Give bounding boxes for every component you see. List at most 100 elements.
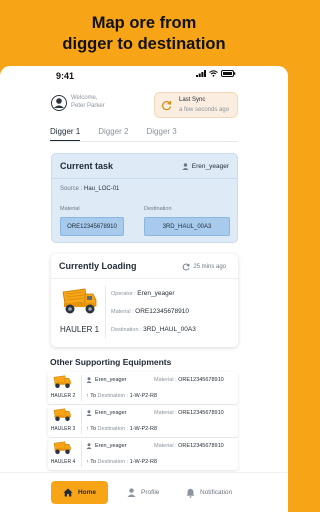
- nav-profile-button[interactable]: Profile: [127, 481, 159, 504]
- source-label: Source :: [60, 186, 83, 192]
- operator-name: Eren_yeager: [95, 443, 127, 449]
- hauler-name: HAULER 4: [50, 459, 76, 465]
- source-value: Hau_LOC-01: [84, 186, 120, 192]
- nav-profile-label: Profile: [141, 489, 160, 496]
- dump-truck-icon: [53, 375, 71, 388]
- material-value: ORE12345678910: [178, 377, 224, 383]
- operator-name: Eren_yeager: [95, 377, 127, 383]
- equipment-destination: ↑ To Destination : 1-W-P2-R8: [86, 459, 157, 465]
- destination-chip: 3RD_HAUL_00A3: [144, 217, 230, 236]
- loading-operator-row: Operator : Eren_yeager: [111, 290, 175, 297]
- dump-truck-icon: [62, 288, 97, 314]
- material-value: ORE12345678910: [135, 308, 190, 315]
- operator-value: Eren_yeager: [137, 290, 175, 297]
- hauler-name: HAULER 3: [50, 426, 76, 432]
- other-equipment-title: Other Supporting Equipments: [50, 357, 172, 367]
- loading-ago: 25 mins ago: [193, 264, 226, 270]
- current-task-title: Current task: [60, 161, 114, 171]
- user-avatar-icon[interactable]: [51, 95, 67, 111]
- headline-line-1: Map ore from: [91, 14, 197, 32]
- destination-label: Destination: [144, 206, 172, 212]
- nav-notification-label: Notification: [200, 489, 233, 496]
- to-label: To: [90, 426, 96, 432]
- equipment-operator: Eren_yeager: [86, 377, 127, 383]
- current-task-operator: Eren_yeager: [182, 163, 229, 170]
- equipment-card[interactable]: HAULER 2 Eren_yeager Material : ORE12345…: [48, 372, 238, 404]
- material-chip: ORE12345678910: [60, 217, 124, 236]
- to-label: To: [90, 393, 96, 399]
- status-bar: 9:41: [0, 66, 288, 86]
- operator-name: Eren_yeager: [95, 410, 127, 416]
- equipment-material: Material : ORE12345678910: [154, 443, 224, 449]
- nav-home-button[interactable]: Home: [51, 481, 108, 504]
- last-sync-label: Last Sync: [179, 97, 206, 103]
- destination-label: Destination :: [97, 426, 129, 432]
- headline: Map ore from digger to destination: [0, 13, 288, 55]
- material-label: Material :: [154, 410, 177, 416]
- tab-divider: [50, 141, 238, 142]
- vertical-divider: [81, 441, 82, 467]
- equipment-operator: Eren_yeager: [86, 410, 127, 416]
- vertical-divider: [81, 408, 82, 434]
- bottom-nav: Home Profile Notification: [0, 472, 288, 512]
- hauler-name: HAULER 2: [50, 393, 76, 399]
- arrow-up-icon: ↑: [86, 426, 89, 432]
- nav-notification-button[interactable]: Notification: [186, 481, 232, 504]
- person-icon: [86, 410, 92, 416]
- arrow-up-icon: ↑: [86, 393, 89, 399]
- operator-label: Operator :: [111, 291, 136, 297]
- destination-label: Destination :: [111, 327, 142, 333]
- tab-digger-3[interactable]: Digger 3: [147, 127, 177, 141]
- person-icon: [86, 377, 92, 383]
- current-task-source: Source : Hau_LOC-01: [60, 186, 119, 192]
- equipment-card[interactable]: HAULER 4 Eren_yeager Material : ORE12345…: [48, 438, 238, 470]
- dump-truck-icon: [53, 408, 71, 421]
- destination-label: Destination :: [97, 393, 129, 399]
- person-icon: [86, 443, 92, 449]
- battery-icon: [221, 70, 236, 77]
- status-time: 9:41: [56, 71, 75, 81]
- material-label: Material :: [111, 309, 134, 315]
- welcome-block: Welcome, Peter Parker: [71, 94, 105, 110]
- status-icons: [196, 70, 236, 77]
- home-icon: [63, 488, 73, 497]
- current-task-card: Current task Eren_yeager Source : Hau_LO…: [51, 153, 238, 243]
- equipment-card[interactable]: HAULER 3 Eren_yeager Material : ORE12345…: [48, 405, 238, 437]
- material-label: Material: [60, 206, 80, 212]
- card-divider: [51, 278, 238, 279]
- welcome-label: Welcome,: [71, 95, 98, 101]
- equipment-material: Material : ORE12345678910: [154, 410, 224, 416]
- digger-tabs: Digger 1 Digger 2 Digger 3: [50, 127, 177, 141]
- card-divider: [52, 178, 237, 179]
- profile-icon: [127, 488, 136, 497]
- currently-loading-card: Currently Loading 25 mins ago HAULER 1 O…: [51, 254, 238, 347]
- destination-value: 1-W-P2-R8: [129, 426, 158, 432]
- phone-screen: 9:41 Welcome, Peter Parker Last Sync a f…: [0, 66, 288, 512]
- user-name: Peter Parker: [71, 103, 105, 109]
- destination-value: 3RD_HAUL_00A3: [143, 326, 196, 333]
- refresh-icon: [183, 263, 190, 271]
- material-label: Material :: [154, 377, 177, 383]
- tab-digger-2[interactable]: Digger 2: [98, 127, 128, 141]
- material-value: ORE12345678910: [178, 410, 224, 416]
- signal-icon: [196, 70, 206, 77]
- hauler-name: HAULER 1: [60, 325, 100, 334]
- destination-value: 1-W-P2-R8: [129, 393, 158, 399]
- current-task-operator-name: Eren_yeager: [191, 163, 229, 170]
- arrow-up-icon: ↑: [86, 459, 89, 465]
- last-sync-time: a few seconds ago: [179, 107, 230, 113]
- dump-truck-icon: [53, 441, 71, 454]
- tab-digger-1[interactable]: Digger 1: [50, 127, 81, 141]
- headline-line-2: digger to destination: [62, 35, 226, 53]
- material-label: Material :: [154, 443, 177, 449]
- destination-label: Destination :: [97, 459, 129, 465]
- loading-time: 25 mins ago: [182, 263, 226, 271]
- loading-material-row: Material : ORE12345678910: [111, 308, 189, 315]
- nav-home-label: Home: [77, 489, 97, 496]
- vertical-divider: [105, 286, 106, 338]
- destination-value: 1-W-P2-R8: [129, 459, 158, 465]
- last-sync-button[interactable]: Last Sync a few seconds ago: [154, 92, 238, 118]
- currently-loading-title: Currently Loading: [59, 261, 137, 271]
- to-label: To: [90, 459, 96, 465]
- equipment-operator: Eren_yeager: [86, 443, 127, 449]
